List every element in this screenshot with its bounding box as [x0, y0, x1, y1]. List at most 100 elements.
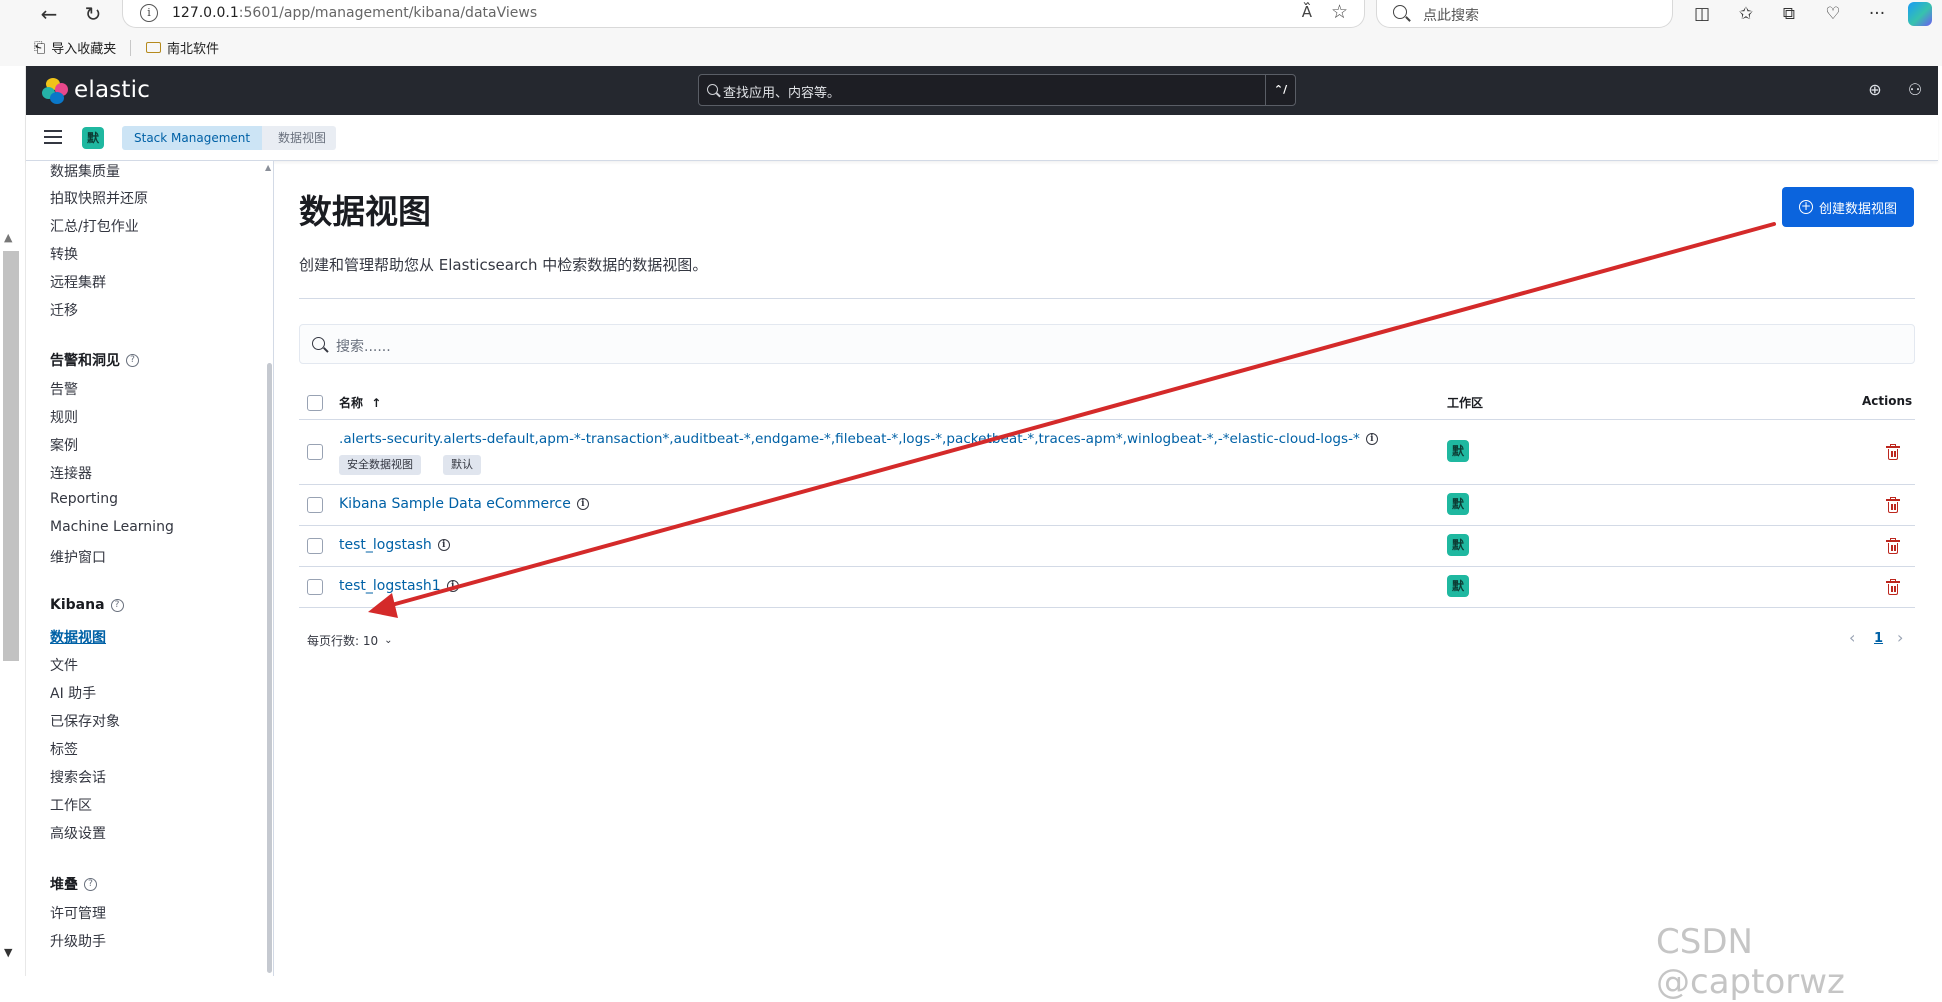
- sidebar-item-maintenance-windows[interactable]: 维护窗口: [50, 547, 106, 567]
- sidebar-item-dataset-quality[interactable]: 数据集质量: [50, 161, 120, 181]
- sidebar-item-license-management[interactable]: 许可管理: [50, 903, 106, 923]
- split-screen-icon[interactable]: ◫: [1689, 2, 1715, 26]
- collections-icon[interactable]: ⧉: [1776, 2, 1802, 26]
- data-view-name[interactable]: test_logstash: [339, 537, 432, 553]
- sidebar-item-reporting[interactable]: Reporting: [50, 491, 118, 507]
- page-title: 数据视图: [299, 192, 431, 231]
- sort-ascending-icon[interactable]: ↑: [371, 396, 381, 410]
- bookmark-folder[interactable]: 南北软件: [146, 38, 219, 57]
- sidebar-item-migrate[interactable]: 迁移: [50, 300, 78, 320]
- sidebar-item-rules[interactable]: 规则: [50, 407, 78, 427]
- sidebar-item-data-views[interactable]: 数据视图: [50, 627, 106, 647]
- scroll-down-icon[interactable]: ▼: [4, 946, 12, 959]
- question-icon[interactable]: ?: [126, 353, 139, 367]
- row-divider: [299, 484, 1915, 485]
- sidebar-item-workspaces[interactable]: 工作区: [50, 795, 92, 815]
- delete-icon[interactable]: [1886, 444, 1900, 460]
- data-view-link[interactable]: test_logstash1 i: [339, 578, 459, 594]
- help-icon[interactable]: ⊕: [1864, 79, 1886, 101]
- favorites-icon[interactable]: ✩: [1733, 2, 1759, 26]
- sidebar-item-snapshot-restore[interactable]: 拍取快照并还原: [50, 188, 148, 208]
- sidebar-scroll-up-icon[interactable]: ▲: [265, 163, 271, 172]
- delete-icon[interactable]: [1886, 497, 1900, 513]
- scroll-up-icon[interactable]: ▲: [4, 231, 12, 244]
- previous-page-icon[interactable]: ‹: [1849, 628, 1855, 647]
- import-favorites-icon: ⎗: [34, 39, 46, 56]
- sidebar-item-advanced-settings[interactable]: 高级设置: [50, 823, 106, 843]
- delete-icon[interactable]: [1886, 538, 1900, 554]
- browser-search-box[interactable]: 点此搜索: [1376, 0, 1673, 28]
- data-view-link[interactable]: .alerts-security.alerts-default,apm-*-tr…: [339, 431, 1378, 447]
- data-view-name[interactable]: .alerts-security.alerts-default,apm-*-tr…: [339, 431, 1360, 447]
- sidebar-item-tags[interactable]: 标签: [50, 739, 78, 759]
- sidebar-item-cases[interactable]: 案例: [50, 435, 78, 455]
- brand-name[interactable]: elastic: [74, 77, 150, 103]
- read-aloud-icon[interactable]: A᷈: [1302, 3, 1312, 21]
- page-number[interactable]: 1: [1874, 631, 1883, 646]
- info-icon[interactable]: i: [576, 498, 589, 510]
- more-menu-icon[interactable]: ···: [1864, 2, 1890, 26]
- workspace-avatar[interactable]: 默: [1447, 440, 1469, 462]
- bookmark-import[interactable]: ⎗ 导入收藏夹: [34, 38, 116, 58]
- row-checkbox[interactable]: [307, 538, 323, 554]
- data-view-name[interactable]: test_logstash1: [339, 578, 441, 594]
- workspace-avatar[interactable]: 默: [1447, 575, 1469, 597]
- info-icon[interactable]: i: [437, 539, 450, 551]
- kibana-header: elastic 查找应用、内容等。 ⌃/ ⊕ ⚇: [26, 66, 1938, 115]
- user-menu-icon[interactable]: ⚇: [1904, 79, 1926, 101]
- info-icon[interactable]: i: [446, 580, 459, 592]
- global-search-input[interactable]: 查找应用、内容等。 ⌃/: [698, 74, 1296, 106]
- sidebar-item-saved-objects[interactable]: 已保存对象: [50, 711, 120, 731]
- data-view-link[interactable]: Kibana Sample Data eCommerce i: [339, 496, 589, 512]
- section-title: 告警和洞见: [50, 353, 120, 369]
- column-header-name[interactable]: 名称 ↑: [339, 394, 381, 411]
- sidebar-item-transforms[interactable]: 转换: [50, 244, 78, 264]
- row-checkbox[interactable]: [307, 497, 323, 513]
- row-checkbox[interactable]: [307, 579, 323, 595]
- create-button-label: 创建数据视图: [1818, 201, 1897, 217]
- row-checkbox[interactable]: [307, 444, 323, 460]
- data-view-link[interactable]: test_logstash i: [339, 537, 450, 553]
- sidebar-item-alerts[interactable]: 告警: [50, 379, 78, 399]
- chevron-down-icon: ⌄: [384, 635, 393, 646]
- sidebar-scrollbar-thumb[interactable]: [267, 363, 272, 973]
- bookmark-separator: [130, 40, 131, 56]
- row-divider: [299, 419, 1915, 420]
- breadcrumb-data-views: 数据视图: [262, 126, 337, 150]
- favorite-star-icon[interactable]: ☆: [1331, 1, 1348, 23]
- rows-per-page-select[interactable]: 每页行数: 10 ⌄: [307, 632, 393, 649]
- data-view-search-input[interactable]: 搜索......: [299, 324, 1915, 364]
- address-bar[interactable]: i 127.0.0.1:5601/app/management/kibana/d…: [122, 0, 1365, 28]
- hamburger-menu-icon[interactable]: [44, 130, 62, 144]
- question-icon[interactable]: ?: [110, 598, 124, 612]
- breadcrumb-stack-management[interactable]: Stack Management: [122, 126, 273, 150]
- sidebar-item-machine-learning[interactable]: Machine Learning: [50, 519, 174, 535]
- back-icon[interactable]: ←: [36, 2, 62, 26]
- next-page-icon[interactable]: ›: [1897, 628, 1903, 647]
- workspace-avatar[interactable]: 默: [1447, 493, 1469, 515]
- sidebar-item-upgrade-assistant[interactable]: 升级助手: [50, 931, 106, 951]
- sidebar-item-ai-assistant[interactable]: AI 助手: [50, 683, 96, 703]
- site-info-icon[interactable]: i: [140, 4, 158, 22]
- create-data-view-button[interactable]: + 创建数据视图: [1782, 187, 1914, 227]
- sidebar-item-files[interactable]: 文件: [50, 655, 78, 675]
- row-divider: [299, 566, 1915, 567]
- elastic-logo-icon[interactable]: [42, 78, 68, 104]
- sidebar-item-connectors[interactable]: 连接器: [50, 463, 92, 483]
- refresh-icon[interactable]: ↻: [80, 2, 106, 26]
- delete-icon[interactable]: [1886, 579, 1900, 595]
- question-icon[interactable]: ?: [84, 877, 97, 891]
- sidebar-item-rollup-jobs[interactable]: 汇总/打包作业: [50, 216, 139, 236]
- browser-essentials-icon[interactable]: ♡: [1820, 2, 1846, 26]
- sidebar-item-search-sessions[interactable]: 搜索会话: [50, 767, 106, 787]
- browser-left-edge: ▲ ▼: [0, 66, 26, 976]
- browser-toolbar: ← ↻ i 127.0.0.1:5601/app/management/kiba…: [0, 0, 1942, 28]
- data-view-name[interactable]: Kibana Sample Data eCommerce: [339, 496, 571, 512]
- workspace-avatar[interactable]: 默: [1447, 534, 1469, 556]
- space-avatar[interactable]: 默: [82, 127, 104, 149]
- info-icon[interactable]: i: [1365, 433, 1378, 445]
- copilot-icon[interactable]: [1908, 2, 1932, 26]
- sidebar-item-remote-clusters[interactable]: 远程集群: [50, 272, 106, 292]
- select-all-checkbox[interactable]: [307, 395, 323, 411]
- page-scrollbar-thumb[interactable]: [3, 251, 19, 661]
